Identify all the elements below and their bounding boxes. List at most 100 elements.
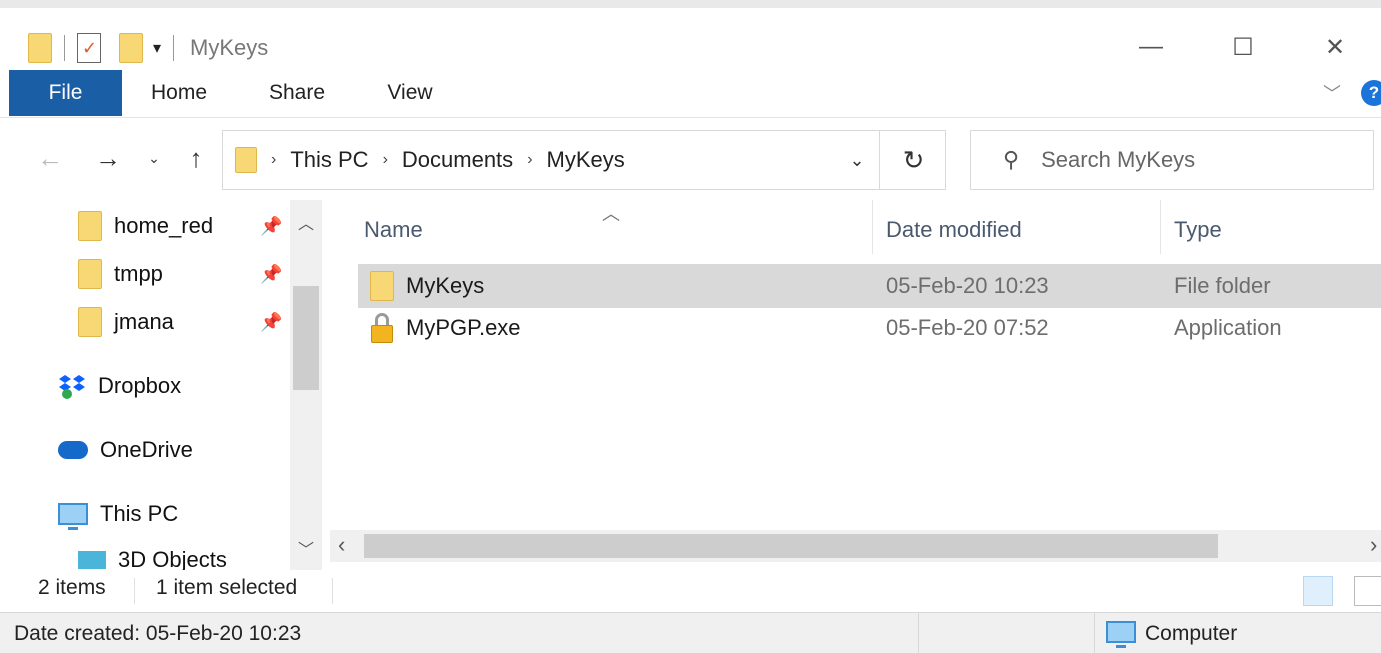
- scrollbar-thumb[interactable]: [293, 286, 319, 390]
- column-header-date-modified[interactable]: Date modified: [886, 206, 1022, 254]
- navigation-bar: ← → ⌄ ↑ › This PC › Documents › MyKeys ⌄…: [0, 118, 1381, 200]
- back-arrow-icon[interactable]: ←: [30, 138, 70, 178]
- tab-view[interactable]: View: [360, 70, 460, 116]
- file-date: 05-Feb-20 10:23: [886, 273, 1049, 298]
- lock-app-icon: [370, 306, 394, 350]
- horizontal-scrollbar[interactable]: ‹ ›: [330, 530, 1381, 562]
- file-name: MyPGP.exe: [406, 315, 521, 340]
- nav-item-this-pc[interactable]: This PC: [58, 492, 178, 536]
- scroll-down-icon[interactable]: ﹀: [290, 536, 322, 560]
- column-divider[interactable]: [1160, 200, 1161, 254]
- tab-home[interactable]: Home: [128, 70, 230, 116]
- new-folder-icon[interactable]: [119, 33, 143, 63]
- breadcrumb-documents[interactable]: Documents: [402, 147, 513, 173]
- column-divider[interactable]: [872, 200, 873, 254]
- nav-item-home-red[interactable]: home_red: [78, 204, 213, 248]
- status-divider: [134, 578, 135, 604]
- folder-icon: [78, 211, 102, 241]
- up-arrow-icon[interactable]: ↑: [176, 138, 216, 178]
- search-icon: ⚲: [1003, 147, 1020, 172]
- nav-item-jmana[interactable]: jmana: [78, 300, 174, 344]
- large-icons-view-icon[interactable]: [1354, 576, 1381, 606]
- details-view-icon[interactable]: [1303, 576, 1333, 606]
- toolbar-divider: [64, 35, 65, 61]
- quick-access-toolbar: ▾ MyKeys: [28, 28, 268, 68]
- file-row-mykeys[interactable]: MyKeys 05-Feb-20 10:23 File folder: [358, 264, 1381, 308]
- nav-item-label: OneDrive: [100, 437, 193, 462]
- pin-icon[interactable]: 📌: [260, 216, 282, 237]
- scroll-right-icon[interactable]: ›: [1370, 532, 1377, 558]
- window-controls: — ☐ ✕: [1105, 26, 1381, 68]
- breadcrumb-mykeys[interactable]: MyKeys: [547, 147, 625, 173]
- sort-ascending-icon: ︿: [602, 204, 620, 224]
- column-header-type[interactable]: Type: [1174, 206, 1222, 254]
- file-type: Application: [1174, 315, 1282, 340]
- tab-share[interactable]: Share: [246, 70, 348, 116]
- nav-item-label: tmpp: [114, 261, 163, 286]
- file-date: 05-Feb-20 07:52: [886, 315, 1049, 340]
- location-zone: Computer: [1145, 622, 1238, 645]
- file-row-mypgp[interactable]: MyPGP.exe 05-Feb-20 07:52 Application: [358, 306, 1381, 350]
- title-bar: ▾ MyKeys — ☐ ✕: [0, 0, 1381, 76]
- breadcrumb-this-pc[interactable]: This PC: [290, 147, 368, 173]
- selection-count: 1 item selected: [156, 576, 298, 599]
- search-box[interactable]: ⚲ Search MyKeys: [970, 130, 1374, 190]
- folder-icon: [28, 33, 52, 63]
- chevron-right-icon[interactable]: ›: [271, 151, 276, 169]
- nav-item-label: 3D Objects: [118, 547, 227, 570]
- nav-item-tmpp[interactable]: tmpp: [78, 252, 163, 296]
- nav-item-label: Dropbox: [98, 373, 182, 398]
- nav-item-label: This PC: [100, 501, 179, 526]
- 3d-objects-icon: [78, 551, 106, 569]
- forward-arrow-icon[interactable]: →: [88, 138, 128, 178]
- tab-file[interactable]: File: [9, 70, 122, 116]
- pin-icon[interactable]: 📌: [260, 312, 282, 333]
- folder-icon: [370, 264, 394, 308]
- scroll-up-icon[interactable]: ︿: [290, 210, 322, 234]
- navigation-pane: home_red 📌 tmpp 📌 jmana 📌 Dropbox OneDri…: [0, 200, 325, 570]
- onedrive-icon: [58, 441, 88, 459]
- folder-icon: [78, 259, 102, 289]
- recent-locations-icon[interactable]: ⌄: [140, 138, 168, 178]
- customize-toolbar-icon[interactable]: ▾: [153, 38, 161, 58]
- nav-item-3d-objects[interactable]: 3D Objects: [78, 538, 227, 570]
- folder-icon: [235, 147, 257, 173]
- details-divider: [918, 613, 919, 653]
- address-bar[interactable]: › This PC › Documents › MyKeys ⌄ ↻: [222, 130, 946, 190]
- file-name: MyKeys: [406, 273, 485, 298]
- chevron-right-icon[interactable]: ›: [527, 151, 532, 169]
- nav-item-onedrive[interactable]: OneDrive: [58, 428, 193, 472]
- scroll-left-icon[interactable]: ‹: [338, 532, 345, 558]
- dropbox-icon: [59, 375, 85, 399]
- nav-pane-scrollbar[interactable]: ︿ ﹀: [290, 200, 322, 570]
- expand-ribbon-icon[interactable]: ﹀: [1323, 80, 1341, 106]
- status-bar: 2 items 1 item selected: [0, 570, 1381, 610]
- properties-icon[interactable]: [77, 33, 101, 63]
- pin-icon[interactable]: 📌: [260, 264, 282, 285]
- this-pc-icon: [58, 503, 88, 530]
- help-icon[interactable]: ?: [1361, 80, 1381, 106]
- nav-item-dropbox[interactable]: Dropbox: [58, 364, 181, 408]
- details-bar: Date created: 05-Feb-20 10:23 Computer: [0, 612, 1381, 653]
- folder-icon: [78, 307, 102, 337]
- details-divider: [1094, 613, 1095, 653]
- window-title: MyKeys: [190, 35, 269, 60]
- refresh-icon[interactable]: ↻: [879, 131, 947, 189]
- file-list: ︿ Name Date modified Type MyKeys 05-Feb-…: [330, 200, 1381, 570]
- nav-item-label: jmana: [114, 309, 174, 334]
- scrollbar-thumb[interactable]: [364, 534, 1218, 558]
- toolbar-divider: [173, 35, 175, 61]
- close-button[interactable]: ✕: [1289, 26, 1381, 68]
- search-input[interactable]: Search MyKeys: [1041, 147, 1195, 173]
- maximize-button[interactable]: ☐: [1197, 26, 1289, 68]
- date-created: Date created: 05-Feb-20 10:23: [14, 622, 302, 645]
- item-count: 2 items: [38, 576, 106, 599]
- status-divider: [332, 578, 333, 604]
- ribbon-tabs: File Home Share View ﹀ ?: [0, 70, 1381, 118]
- computer-icon: [1106, 621, 1136, 648]
- minimize-button[interactable]: —: [1105, 26, 1197, 68]
- chevron-right-icon[interactable]: ›: [383, 151, 388, 169]
- chevron-down-icon[interactable]: ⌄: [833, 131, 881, 189]
- nav-item-label: home_red: [114, 213, 214, 238]
- column-header-name[interactable]: Name: [364, 206, 423, 254]
